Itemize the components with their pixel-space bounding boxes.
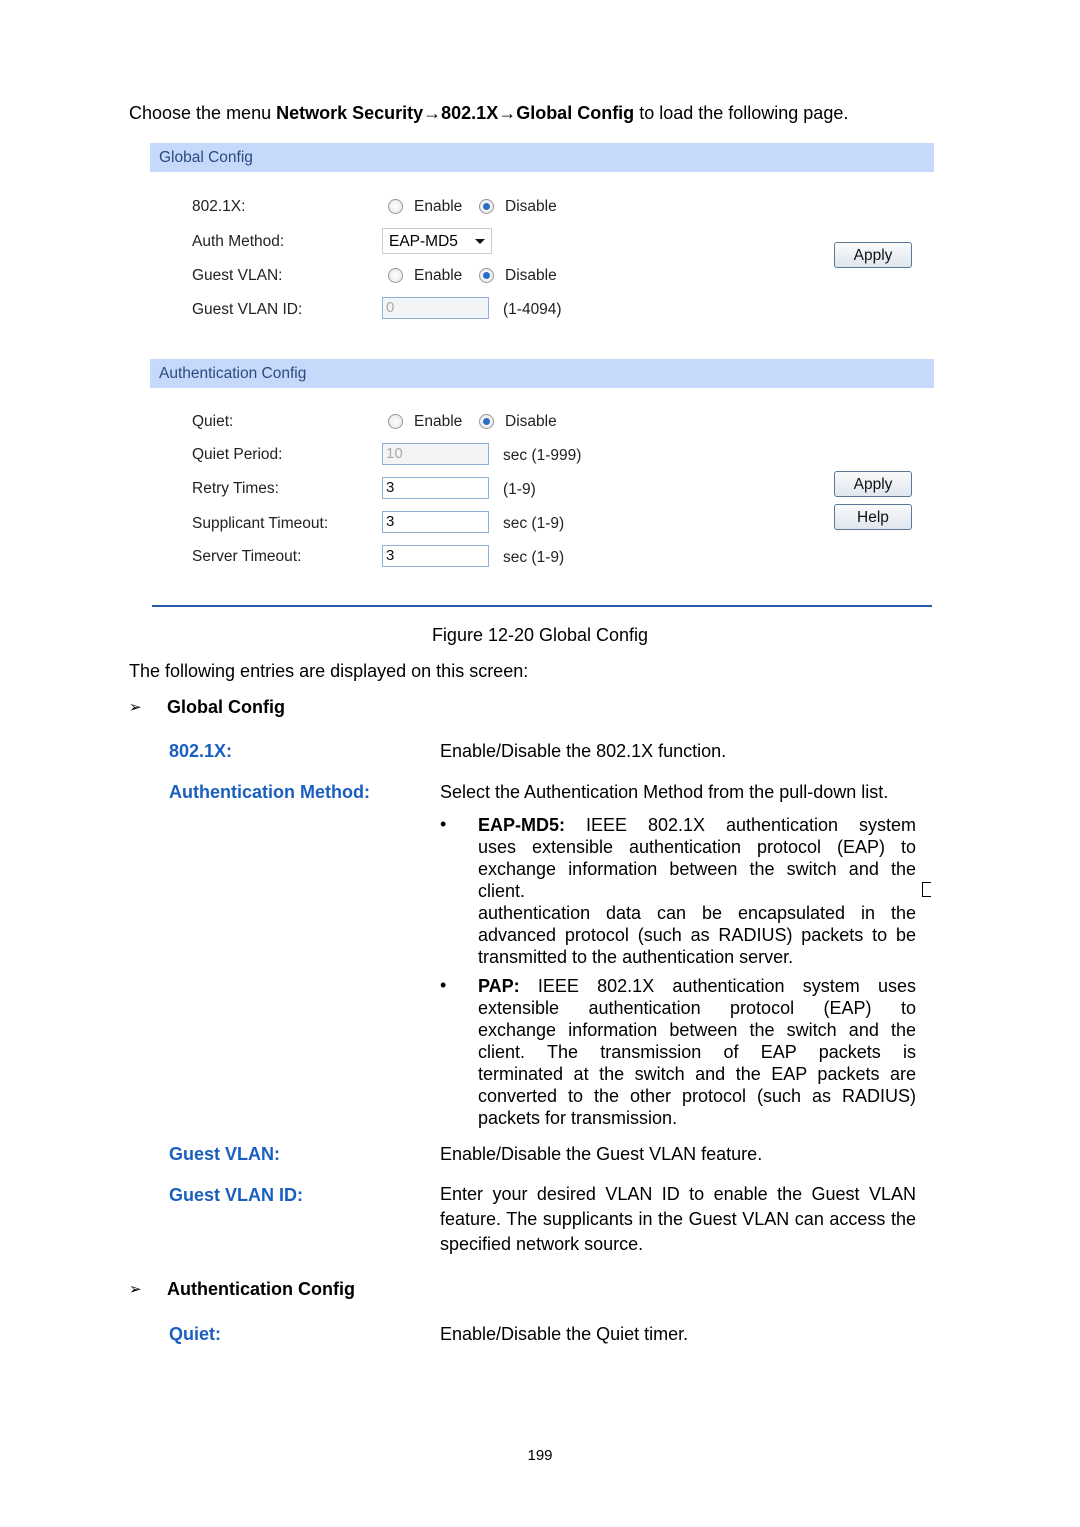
dot1x-enable-label: Enable [414,198,463,215]
retry-times-input[interactable]: 3 [382,477,489,499]
auth-method-value: EAP-MD5 [389,233,458,250]
supplicant-timeout-label: Supplicant Timeout: [192,515,329,532]
desc-guest-vlan-id: Enter your desired VLAN ID to enable the… [440,1184,916,1254]
pap-line: converted to the other protocol (such as… [478,1086,916,1106]
box-glyph-icon [922,882,931,897]
guest-vlan-disable-label: Disable [505,267,557,284]
panel-title: Authentication Config [159,365,307,382]
pap-line: client. The transmission of EAP packets … [478,1042,916,1062]
server-timeout-hint: sec (1-9) [503,549,565,566]
guest-vlan-enable-label: Enable [414,267,463,284]
global-config-header: Global Config [150,143,934,172]
guest-vlan-label: Guest VLAN: [192,267,283,284]
term-guest-vlan-id: Guest VLAN ID: [169,1185,304,1205]
entries-intro: The following entries are displayed on t… [129,661,529,681]
eap-line: EAP-MD5: IEEE 802.1X authentication syst… [478,814,916,836]
figure-caption: Figure 12-20 Global Config [431,625,649,645]
desc-802-1x: Enable/Disable the 802.1X function. [440,741,727,761]
quiet-period-input[interactable]: 10 [382,443,489,465]
pap-line: packets for transmission. [478,1108,678,1128]
quiet-period-label: Quiet Period: [192,446,283,463]
eap-line: advanced protocol (such as RADIUS) packe… [478,925,916,945]
server-timeout-input[interactable]: 3 [382,545,489,567]
auth-config-header: Authentication Config [150,359,934,388]
intro-prefix: Choose the menu [129,103,277,123]
desc-auth-method: Select the Authentication Method from th… [440,782,889,802]
pap-text: IEEE 802.1X authentication system uses [537,976,916,996]
guest-vlan-enable-radio[interactable] [388,268,403,283]
dot1x-disable-radio[interactable] [479,199,494,214]
supplicant-timeout-hint: sec (1-9) [503,515,565,532]
quiet-period-hint: sec (1-999) [503,447,582,464]
auth-method-select[interactable]: EAP-MD5 [382,228,492,254]
quiet-disable-label: Disable [505,413,557,430]
help-button[interactable]: Help [834,504,912,530]
eap-line: client. [478,881,526,901]
term-auth-method: Authentication Method: [169,782,370,802]
pap-line: exchange information between the switch … [478,1020,916,1040]
guest-vlan-id-hint: (1-4094) [503,301,562,318]
divider [152,605,932,607]
term-guest-vlan: Guest VLAN: [169,1144,281,1164]
pap-line: PAP: IEEE 802.1X authentication system u… [478,975,916,997]
menu-path: Network Security→802.1X→Global Config [276,103,635,123]
quiet-enable-radio[interactable] [388,414,403,429]
dot1x-label: 802.1X: [192,198,246,215]
auth-apply-button[interactable]: Apply [834,471,912,497]
eap-line: exchange information between the switch … [478,859,916,879]
eap-text: IEEE 802.1X authentication system [585,815,916,835]
desc-guest-vlan: Enable/Disable the Guest VLAN feature. [440,1144,763,1164]
dot1x-disable-label: Disable [505,198,557,215]
quiet-disable-radio[interactable] [479,414,494,429]
bullet-icon: • [440,814,447,834]
intro-suffix: to load the following page. [634,103,849,123]
supplicant-timeout-input[interactable]: 3 [382,511,489,533]
arrow-bullet-icon: ➢ [129,1281,142,1298]
dot1x-enable-radio[interactable] [388,199,403,214]
retry-times-hint: (1-9) [503,481,536,498]
desc-quiet: Enable/Disable the Quiet timer. [440,1324,689,1344]
global-apply-button[interactable]: Apply [834,242,912,268]
eap-name: EAP-MD5: [478,815,566,835]
quiet-label: Quiet: [192,413,234,430]
eap-line: uses extensible authentication protocol … [478,837,916,857]
page-number: 199 [527,1447,553,1464]
intro-text: Choose the menu Network Security→802.1X→… [129,103,848,124]
guest-vlan-id-label: Guest VLAN ID: [192,301,303,318]
section-heading: Authentication Config [167,1279,355,1299]
quiet-enable-label: Enable [414,413,463,430]
pap-line: terminated at the switch and the EAP pac… [478,1064,916,1084]
arrow-bullet-icon: ➢ [129,699,142,716]
bullet-icon: • [440,975,447,995]
section-heading: Global Config [167,697,285,717]
retry-times-label: Retry Times: [192,480,279,497]
eap-line: transmitted to the authentication server… [478,947,794,967]
auth-method-label: Auth Method: [192,233,285,250]
pap-name: PAP: [478,976,520,996]
guest-vlan-id-input[interactable]: 0 [382,297,489,319]
panel-title: Global Config [159,149,253,166]
guest-vlan-disable-radio[interactable] [479,268,494,283]
eap-line: authentication data can be encapsulated … [478,903,916,923]
server-timeout-label: Server Timeout: [192,548,302,565]
pap-line: extensible authentication protocol (EAP)… [478,998,916,1018]
term-quiet: Quiet: [169,1324,221,1344]
chevron-down-icon [475,239,485,244]
term-802-1x: 802.1X: [169,741,233,761]
